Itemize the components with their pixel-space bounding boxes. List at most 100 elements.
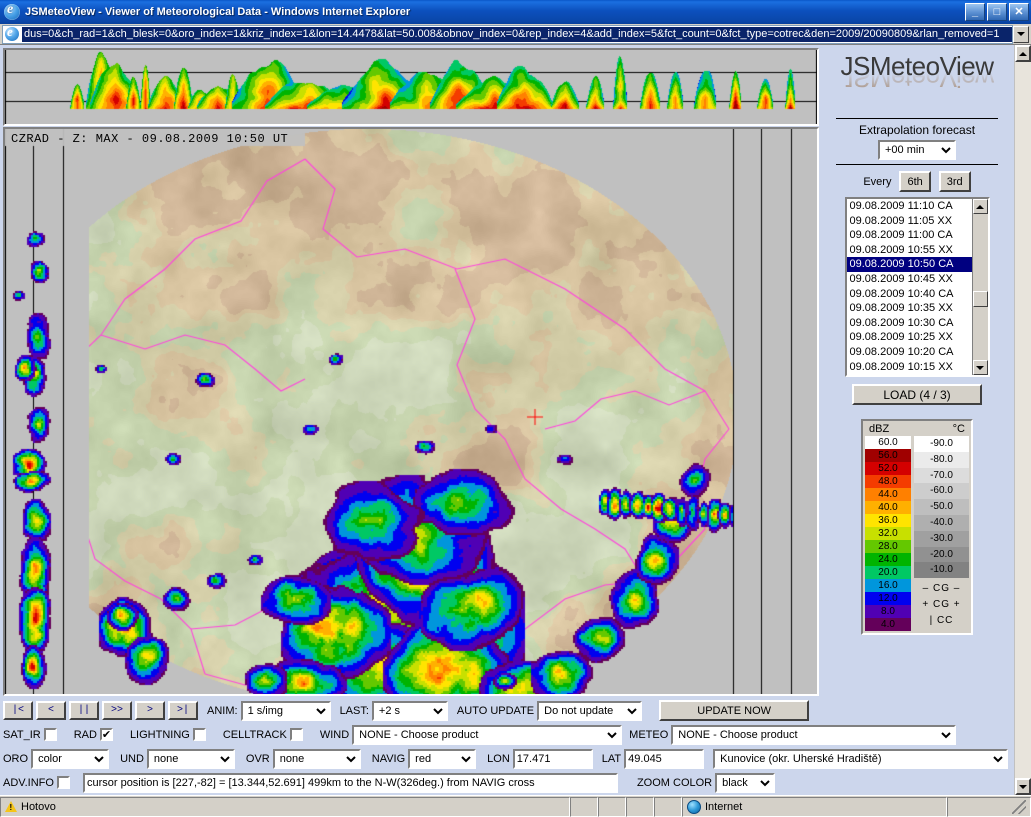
temp-scale-cell: -10.0 [914, 562, 969, 579]
maximize-button[interactable]: □ [987, 3, 1007, 21]
load-button[interactable]: LOAD (4 / 3) [852, 384, 982, 405]
address-input[interactable]: dus=0&ch_rad=1&ch_blesk=0&oro_index=1&kr… [22, 26, 1012, 42]
playback-first-button[interactable]: |< [3, 701, 33, 720]
celltrack-checkbox[interactable] [289, 728, 303, 741]
lat-input[interactable]: 49.045 [624, 748, 705, 769]
dbz-scale-cell: 28.0 [865, 540, 911, 553]
wind-select[interactable]: NONE - Choose product [352, 724, 623, 745]
playback-last-button[interactable]: >| [168, 701, 198, 720]
timestamp-listbox[interactable]: 09.08.2009 11:10 CA 09.08.2009 11:05 XX 09… [844, 197, 990, 377]
timestamp-item[interactable]: 09.08.2009 11:00 CA [847, 228, 972, 243]
address-input-wrap[interactable]: dus=0&ch_rad=1&ch_blesk=0&oro_index=1&kr… [2, 24, 1013, 44]
update-now-button[interactable]: UPDATE NOW [659, 700, 810, 721]
window-title-bar: JSMeteoView - Viewer of Meteorological D… [0, 0, 1031, 24]
lightning-checkbox[interactable] [192, 728, 206, 741]
station-select[interactable]: Kunovice (okr. Uherské Hradiště) [713, 748, 1009, 769]
minimize-button[interactable]: _ [965, 3, 985, 21]
und-select[interactable]: none [146, 748, 235, 769]
temp-header: °C [952, 423, 965, 435]
temp-scale-cell: -80.0 [914, 451, 969, 468]
window-title: JSMeteoView - Viewer of Meteorological D… [25, 6, 411, 18]
window-controls: _ □ ✕ [965, 3, 1029, 21]
scroll-down-button[interactable] [972, 360, 988, 375]
timestamp-item[interactable]: 09.08.2009 10:45 XX [847, 272, 972, 287]
timestamp-scrollbar[interactable] [971, 199, 988, 375]
dbz-scale-cell: 44.0 [865, 488, 911, 501]
anim-select[interactable]: 1 s/img [240, 700, 331, 721]
playback-fast-forward-button[interactable]: >> [102, 701, 132, 720]
vertical-cross-section-top[interactable] [3, 48, 819, 126]
timestamp-item[interactable]: 09.08.2009 10:40 CA [847, 287, 972, 302]
navig-select[interactable]: red [408, 748, 477, 769]
dbz-scale-cell: 48.0 [865, 475, 911, 488]
app-logo: JSMeteoView JSMeteoView [822, 52, 1012, 114]
dbz-scale-cell: 12.0 [865, 592, 911, 605]
zoom-color-select[interactable]: black [715, 772, 776, 793]
timestamp-item[interactable]: 09.08.2009 10:35 XX [847, 301, 972, 316]
cross-section-canvas[interactable] [5, 50, 817, 124]
dbz-scale-cell: 20.0 [865, 566, 911, 579]
every-6th-button[interactable]: 6th [899, 171, 931, 192]
divider-top [836, 118, 998, 119]
dbz-header: dBZ [869, 423, 890, 435]
scrollbar-thumb[interactable] [972, 291, 988, 307]
internet-explorer-icon [4, 2, 20, 20]
timestamp-item[interactable]: 09.08.2009 10:15 XX [847, 360, 972, 375]
timestamp-item[interactable]: 09.08.2009 11:05 XX [847, 214, 972, 229]
meteo-select[interactable]: NONE - Choose product [671, 724, 957, 745]
sat-ir-checkbox[interactable] [43, 728, 57, 741]
resize-grip-pane[interactable] [947, 796, 1031, 817]
app-logo-reflection: JSMeteoView [840, 63, 994, 93]
page-scrollbar[interactable] [1014, 45, 1031, 795]
temp-scale-cell: -30.0 [914, 530, 969, 547]
radar-map-panel[interactable]: CZRAD - Z: MAX - 09.08.2009 10:50 UT [3, 127, 819, 696]
und-label: UND [120, 752, 144, 765]
bottom-control-panel: |< < || >> > >| ANIM: 1 s/img LAST: +2 s AUTO… [3, 699, 1028, 795]
playback-next-button[interactable]: > [135, 701, 165, 720]
auto-update-select[interactable]: Do not update [537, 700, 643, 721]
radar-product-label: CZRAD - Z: MAX - 09.08.2009 10:50 UT [11, 132, 289, 146]
status-pane-2 [598, 796, 626, 817]
timestamp-item[interactable]: 09.08.2009 10:25 XX [847, 330, 972, 345]
triangle-up-icon [1019, 51, 1027, 56]
forecast-label: Extrapolation forecast [858, 123, 976, 137]
close-button[interactable]: ✕ [1009, 3, 1029, 21]
every-controls: Every 6th 3rd [822, 171, 1012, 192]
playback-prev-button[interactable]: < [36, 701, 66, 720]
sat-ir-label: SAT_IR [3, 728, 41, 741]
address-dropdown-button[interactable] [1013, 25, 1029, 43]
timestamp-item[interactable]: 09.08.2009 10:20 CA [847, 345, 972, 360]
every-3rd-button[interactable]: 3rd [938, 171, 971, 192]
rad-checkbox[interactable]: ✔ [99, 728, 113, 741]
page-scroll-down-button[interactable] [1015, 778, 1031, 795]
chevron-down-icon [1017, 32, 1025, 36]
resize-grip-icon[interactable] [1012, 799, 1026, 814]
timestamp-item[interactable]: 09.08.2009 10:55 XX [847, 243, 972, 258]
anim-label: ANIM: [207, 704, 238, 717]
auto-update-label: AUTO UPDATE [456, 704, 535, 717]
timestamp-item[interactable]: 09.08.2009 10:50 CA [846, 257, 972, 272]
dbz-scale-cell: 8.0 [865, 605, 911, 618]
temp-scale-cell: -90.0 [914, 436, 969, 452]
dbz-scale-cell: 24.0 [865, 553, 911, 566]
lightning-key-row: – CG – [922, 583, 961, 595]
lon-input[interactable]: 17.471 [512, 748, 593, 769]
timestamp-item[interactable]: 09.08.2009 10:30 CA [847, 316, 972, 331]
status-info-row: ADV.INFO cursor position is [227,-82] = … [3, 771, 1028, 794]
triangle-down-icon [976, 365, 984, 370]
oro-select[interactable]: color [31, 748, 110, 769]
browser-status-bar: Hotovo Internet [0, 795, 1031, 817]
page-scroll-up-button[interactable] [1015, 45, 1031, 62]
radar-map-canvas[interactable] [5, 129, 817, 694]
ovr-select[interactable]: none [272, 748, 361, 769]
scroll-up-button[interactable] [972, 199, 988, 214]
forecast-select[interactable]: +00 min [878, 140, 956, 160]
playback-pause-button[interactable]: || [69, 701, 99, 720]
last-select[interactable]: +2 s [371, 700, 448, 721]
temp-scale-cell: -40.0 [914, 514, 969, 531]
dbz-scale-cell: 4.0 [865, 618, 911, 631]
timestamp-item[interactable]: 09.08.2009 11:10 CA [847, 199, 972, 214]
navig-label: NAVIG [371, 752, 406, 765]
adv-info-checkbox[interactable] [56, 776, 70, 789]
triangle-up-icon [976, 204, 984, 209]
